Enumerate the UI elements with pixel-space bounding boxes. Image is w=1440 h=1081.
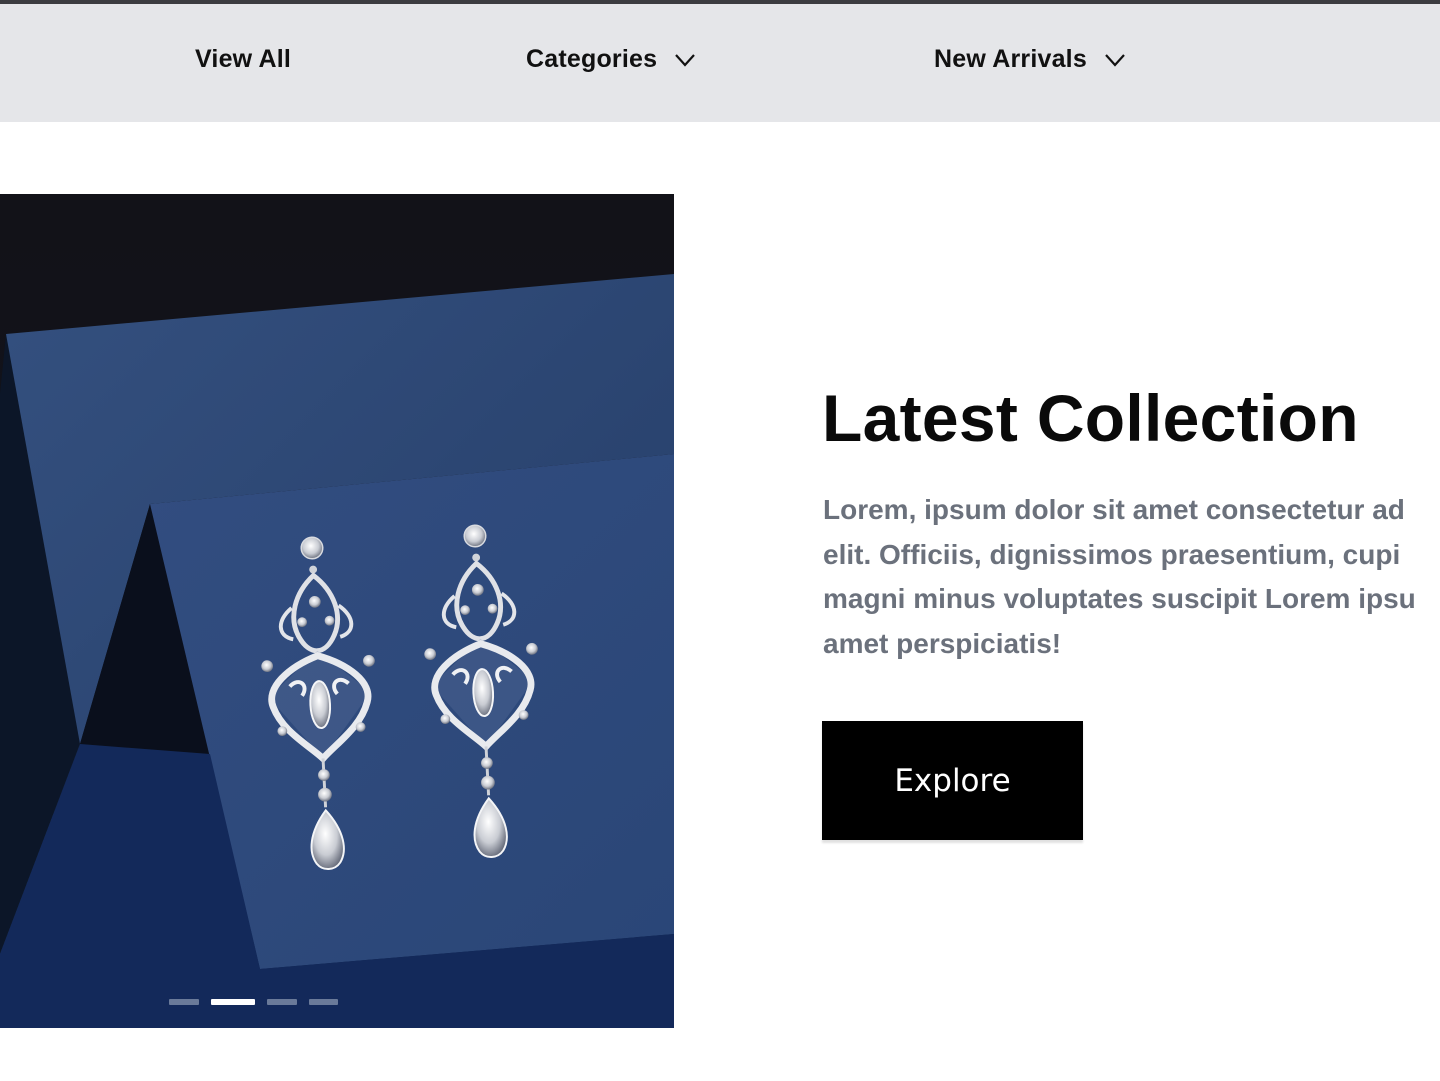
hero-description-line: elit. Officiis, dignissimos praesentium,… <box>823 538 1401 570</box>
carousel-dot-3[interactable] <box>267 999 297 1005</box>
nav-categories-label: Categories <box>526 45 658 73</box>
hero-description-line: Lorem, ipsum dolor sit amet consectetur … <box>823 494 1405 525</box>
hero-description: Lorem, ipsum dolor sit amet consectetur … <box>823 488 1440 666</box>
explore-button[interactable]: Explore <box>822 721 1083 840</box>
nav-categories-dropdown[interactable]: Categories <box>526 45 697 74</box>
nav-new-arrivals-dropdown[interactable]: New Arrivals <box>934 45 1127 74</box>
top-nav: View All Categories New Arrivals <box>0 4 1440 122</box>
hero-description-line: magni minus voluptates suscipit Lorem ip… <box>823 583 1416 614</box>
chevron-down-icon <box>675 53 696 67</box>
carousel-dot-2-active[interactable] <box>211 999 255 1005</box>
hero-image <box>0 194 674 1028</box>
carousel-indicators <box>169 999 338 1005</box>
nav-view-all[interactable]: View All <box>195 45 291 74</box>
carousel-dot-4[interactable] <box>309 999 338 1005</box>
carousel-dot-1[interactable] <box>169 999 199 1005</box>
hero-description-line: amet perspiciatis! <box>823 627 1062 659</box>
hero-title: Latest Collection <box>822 381 1359 455</box>
nav-new-arrivals-label: New Arrivals <box>934 45 1087 73</box>
chevron-down-icon <box>1105 53 1125 67</box>
earrings-photo <box>0 194 674 1028</box>
nav-view-all-label: View All <box>195 45 292 73</box>
